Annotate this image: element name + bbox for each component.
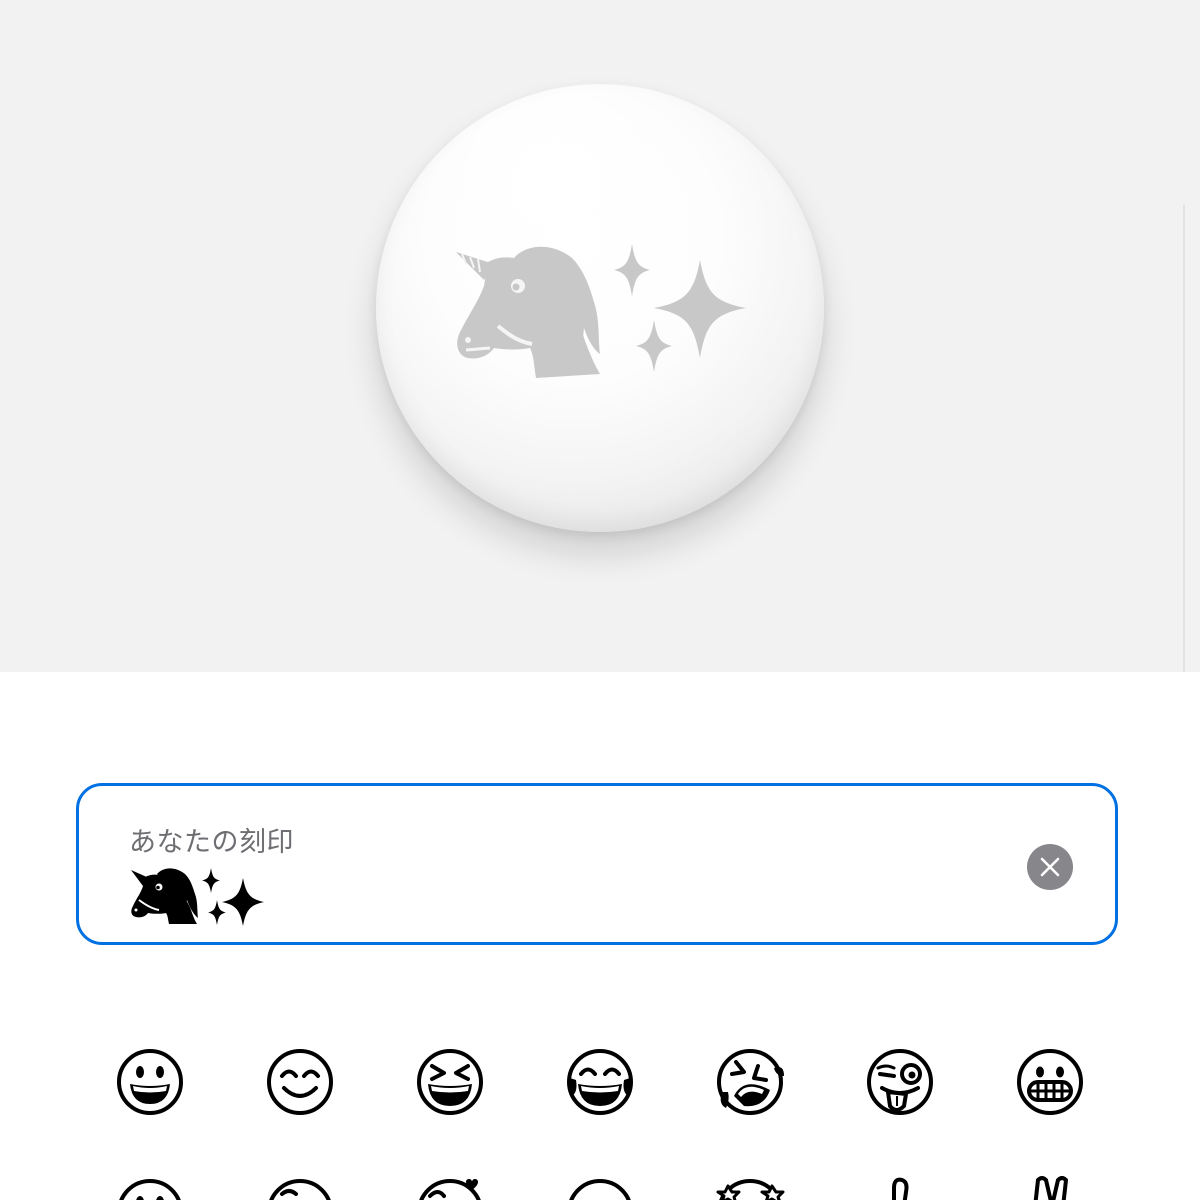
- engraving-input-value[interactable]: [129, 866, 269, 926]
- unicorn-icon: [131, 868, 198, 924]
- smiling-face-with-smiling-eyes-button[interactable]: [264, 1046, 336, 1118]
- unicorn-icon: [456, 246, 600, 378]
- sparkles-icon: [614, 244, 746, 372]
- winking-face-with-tongue-button[interactable]: [864, 1046, 936, 1118]
- smiling-face-button[interactable]: [114, 1176, 186, 1200]
- engraving-page: あなたの刻印: [0, 0, 1200, 1200]
- clear-button[interactable]: [1027, 844, 1073, 890]
- grinning-face-button[interactable]: [114, 1046, 186, 1118]
- grimacing-face-icon: [1017, 1049, 1083, 1115]
- face-button[interactable]: [264, 1176, 336, 1200]
- face-button[interactable]: [564, 1176, 636, 1200]
- smiling-face-with-smiling-eyes-icon: [267, 1049, 333, 1115]
- grimacing-face-button[interactable]: [1014, 1046, 1086, 1118]
- grinning-squinting-face-button[interactable]: [414, 1046, 486, 1118]
- star-struck-face-button[interactable]: [714, 1176, 786, 1200]
- emoji-picker: [0, 1040, 1200, 1200]
- grinning-squinting-face-icon: [417, 1049, 483, 1115]
- winking-face-with-tongue-icon: [867, 1049, 933, 1115]
- smiling-face-with-heart-icon: [419, 1179, 481, 1200]
- rolling-on-the-floor-laughing-icon: [717, 1049, 784, 1115]
- face-icon: [569, 1179, 631, 1200]
- grinning-face-icon: [117, 1049, 183, 1115]
- thumbs-up-button[interactable]: [864, 1176, 936, 1200]
- scrollbar[interactable]: [1183, 205, 1185, 672]
- rolling-on-the-floor-laughing-button[interactable]: [714, 1046, 786, 1118]
- clear-icon: [1040, 857, 1060, 877]
- airtag-image: [376, 84, 824, 532]
- sparkles-icon: [202, 868, 264, 926]
- smiling-face-with-heart-button[interactable]: [414, 1176, 486, 1200]
- face-with-tears-of-joy-icon: [567, 1049, 633, 1115]
- engraving-input[interactable]: あなたの刻印: [76, 783, 1118, 945]
- face-icon: [269, 1179, 331, 1200]
- engraving-input-label: あなたの刻印: [129, 827, 294, 858]
- thumbs-up-icon: [892, 1177, 909, 1200]
- victory-hand-button[interactable]: [1014, 1176, 1086, 1200]
- smiling-face-icon: [119, 1179, 181, 1200]
- airtag-preview: [0, 0, 1200, 672]
- victory-hand-icon: [1033, 1176, 1068, 1200]
- engraved-emojis: [456, 244, 746, 378]
- star-struck-face-icon: [716, 1179, 785, 1200]
- face-with-tears-of-joy-button[interactable]: [564, 1046, 636, 1118]
